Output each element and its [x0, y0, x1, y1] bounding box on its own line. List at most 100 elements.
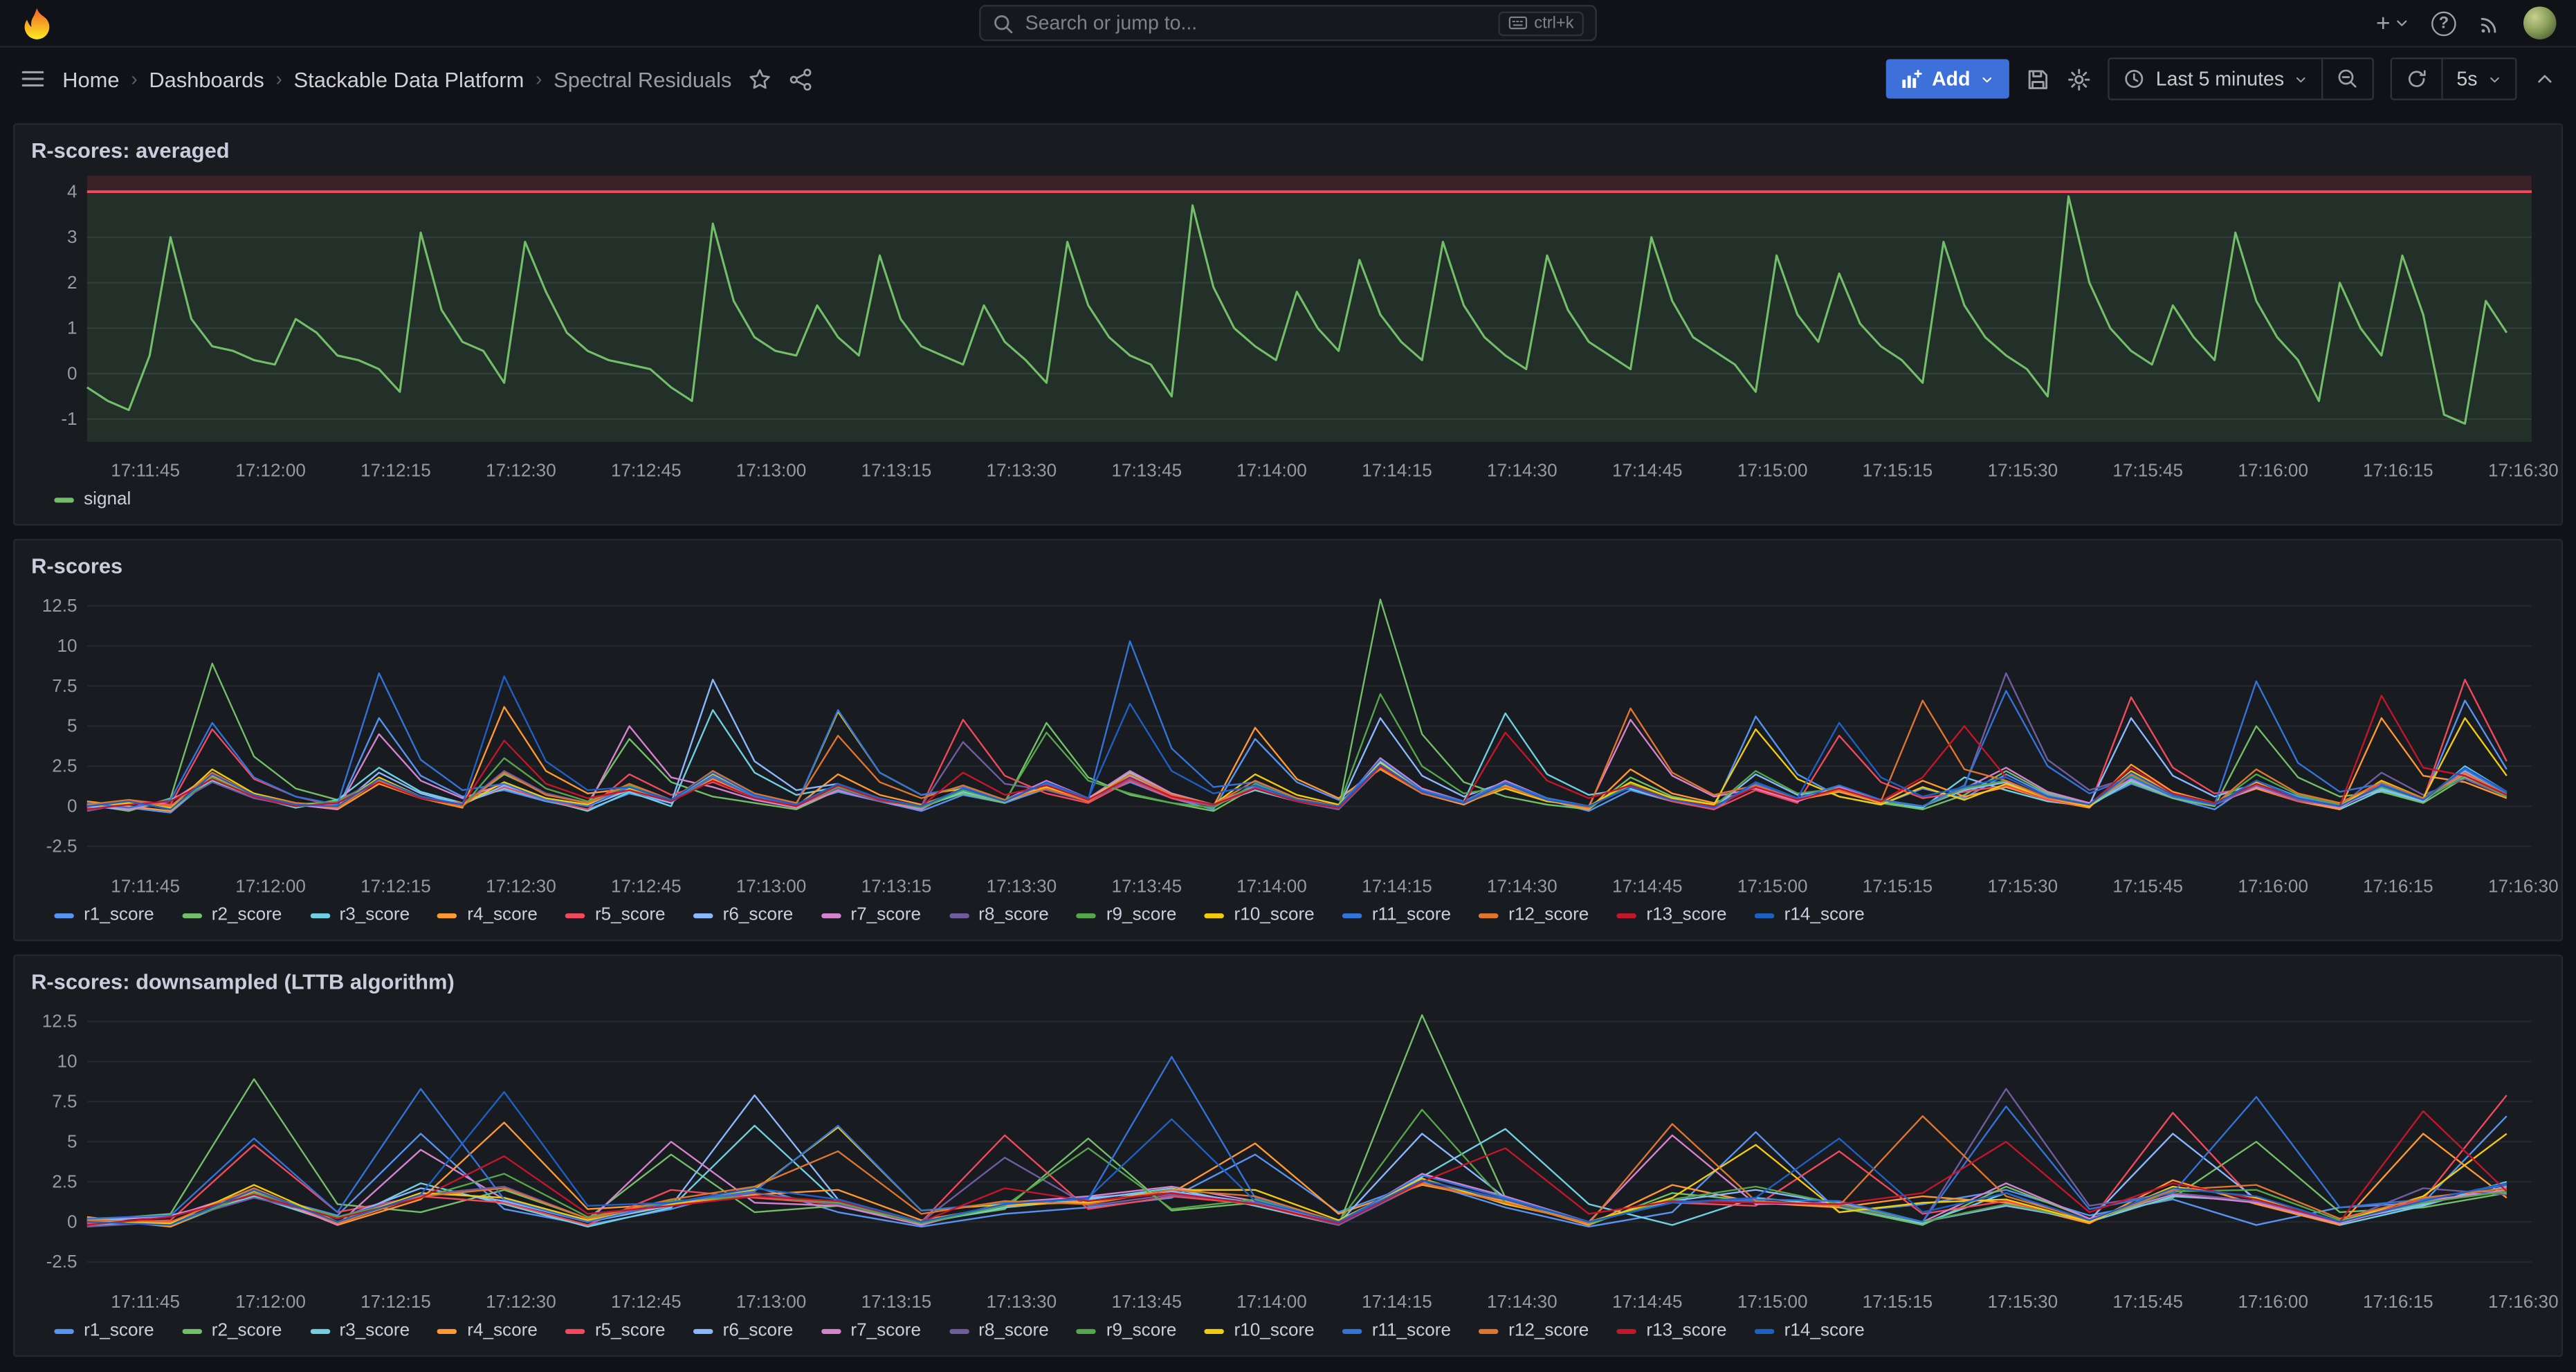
- news-button[interactable]: [2478, 10, 2503, 35]
- legend-item-r3_score[interactable]: r3_score: [310, 1321, 410, 1340]
- zoom-out-icon: [2337, 67, 2359, 90]
- legend-item-r11_score[interactable]: r11_score: [1342, 1321, 1451, 1340]
- legend-item-r13_score[interactable]: r13_score: [1617, 1321, 1727, 1340]
- legend-item-r9_score[interactable]: r9_score: [1077, 905, 1176, 924]
- legend-item-r6_score[interactable]: r6_score: [693, 905, 793, 924]
- legend-swatch: [182, 1328, 201, 1333]
- y-tick-label: 0: [67, 1211, 77, 1232]
- x-tick-label: 17:14:00: [1236, 875, 1307, 896]
- legend-swatch: [1479, 1328, 1498, 1333]
- legend-item-r11_score[interactable]: r11_score: [1342, 905, 1451, 924]
- x-tick-label: 17:12:30: [486, 875, 556, 896]
- time-series-plot[interactable]: -2.502.557.51012.517:11:4517:12:0017:12:…: [31, 585, 2545, 900]
- legend-label: r9_score: [1106, 905, 1177, 924]
- x-tick-label: 17:12:00: [235, 1291, 306, 1312]
- legend-swatch: [1077, 1328, 1096, 1333]
- legend-item-r2_score[interactable]: r2_score: [182, 905, 282, 924]
- save-dashboard-button[interactable]: [2026, 66, 2051, 91]
- breadcrumb-item[interactable]: Stackable Data Platform: [294, 66, 524, 91]
- legend-item-r1_score[interactable]: r1_score: [54, 905, 154, 924]
- x-tick-label: 17:11:45: [111, 1291, 180, 1312]
- legend-label: r14_score: [1784, 1321, 1865, 1340]
- time-picker-group: Last 5 minutes: [2108, 57, 2375, 100]
- legend-item-r1_score[interactable]: r1_score: [54, 1321, 154, 1340]
- favorite-dashboard-button[interactable]: [748, 66, 773, 91]
- breadcrumb-item[interactable]: Dashboards: [149, 66, 264, 91]
- legend-label: r8_score: [978, 905, 1049, 924]
- panel-title[interactable]: R-scores: averaged: [31, 131, 2545, 170]
- legend-item-r14_score[interactable]: r14_score: [1755, 905, 1865, 924]
- refresh-interval-label: 5s: [2456, 67, 2477, 90]
- breadcrumb-item[interactable]: Home: [62, 66, 119, 91]
- legend-item-r8_score[interactable]: r8_score: [949, 1321, 1048, 1340]
- share-dashboard-button[interactable]: [789, 66, 814, 91]
- legend-item-r12_score[interactable]: r12_score: [1479, 905, 1589, 924]
- legend-item-r8_score[interactable]: r8_score: [949, 905, 1048, 924]
- chart-canvas[interactable]: -2.502.557.51012.517:11:4517:12:0017:12:…: [31, 1000, 2545, 1316]
- legend-label: r12_score: [1508, 905, 1589, 924]
- chart-canvas[interactable]: -2.502.557.51012.517:11:4517:12:0017:12:…: [31, 585, 2545, 900]
- chevron-down-icon: [2294, 71, 2308, 86]
- panel-title[interactable]: R-scores: downsampled (LTTB algorithm): [31, 962, 2545, 1000]
- legend-label: r10_score: [1234, 1321, 1315, 1340]
- dashboard-settings-button[interactable]: [2067, 66, 2092, 91]
- help-button[interactable]: ?: [2431, 10, 2456, 35]
- x-tick-label: 17:13:30: [987, 460, 1057, 481]
- collapse-controls-button[interactable]: [2533, 67, 2556, 90]
- y-tick-label: 3: [67, 226, 77, 247]
- y-tick-label: -2.5: [46, 836, 77, 857]
- x-tick-label: 17:16:15: [2363, 1291, 2433, 1312]
- legend-item-signal[interactable]: signal: [54, 490, 131, 509]
- legend-label: r13_score: [1646, 1321, 1726, 1340]
- chevron-down-icon: [2487, 71, 2502, 86]
- legend-item-r10_score[interactable]: r10_score: [1205, 905, 1315, 924]
- legend-swatch: [821, 1328, 841, 1333]
- legend-item-r13_score[interactable]: r13_score: [1617, 905, 1727, 924]
- x-tick-label: 17:13:45: [1111, 875, 1182, 896]
- legend-swatch: [565, 913, 585, 917]
- legend-item-r5_score[interactable]: r5_score: [565, 1321, 665, 1340]
- legend-item-r4_score[interactable]: r4_score: [438, 1321, 538, 1340]
- legend-swatch: [565, 1328, 585, 1333]
- new-menu-button[interactable]: +: [2376, 10, 2410, 35]
- zoom-out-time-button[interactable]: [2322, 59, 2373, 98]
- chevron-down-icon: [1980, 71, 1995, 86]
- legend-item-r5_score[interactable]: r5_score: [565, 905, 665, 924]
- x-tick-label: 17:15:00: [1737, 460, 1808, 481]
- legend-item-r2_score[interactable]: r2_score: [182, 1321, 282, 1340]
- y-tick-label: 1: [67, 318, 77, 338]
- legend-label: r13_score: [1646, 905, 1726, 924]
- legend-item-r6_score[interactable]: r6_score: [693, 1321, 793, 1340]
- legend-swatch: [1342, 1328, 1362, 1333]
- time-range-picker[interactable]: Last 5 minutes: [2110, 59, 2321, 98]
- legend-swatch: [182, 913, 201, 917]
- panel-title[interactable]: R-scores: [31, 547, 2545, 585]
- legend-swatch: [1479, 913, 1498, 917]
- user-avatar[interactable]: [2523, 6, 2556, 39]
- legend-item-r9_score[interactable]: r9_score: [1077, 1321, 1176, 1340]
- search-icon: [992, 12, 1014, 34]
- legend-item-r7_score[interactable]: r7_score: [821, 1321, 921, 1340]
- grafana-logo[interactable]: [19, 6, 54, 40]
- legend-item-r7_score[interactable]: r7_score: [821, 905, 921, 924]
- y-tick-label: 12.5: [42, 1011, 77, 1032]
- legend-item-r10_score[interactable]: r10_score: [1205, 1321, 1315, 1340]
- time-series-plot[interactable]: -2.502.557.51012.517:11:4517:12:0017:12:…: [31, 1000, 2545, 1316]
- search-input[interactable]: Search or jump to... ctrl+k: [979, 5, 1597, 41]
- legend-item-r3_score[interactable]: r3_score: [310, 905, 410, 924]
- refresh-interval-picker[interactable]: 5s: [2442, 59, 2515, 98]
- chart-canvas[interactable]: -10123417:11:4517:12:0017:12:1517:12:301…: [31, 170, 2545, 485]
- grafana-app: Search or jump to... ctrl+k + ?: [0, 0, 2576, 1372]
- time-series-plot[interactable]: -10123417:11:4517:12:0017:12:1517:12:301…: [31, 170, 2545, 485]
- threshold-zone-above: [87, 176, 2532, 192]
- y-tick-label: 10: [57, 635, 77, 656]
- refresh-button[interactable]: [2393, 59, 2442, 98]
- add-panel-button[interactable]: Add: [1886, 59, 2010, 98]
- legend-item-r12_score[interactable]: r12_score: [1479, 1321, 1589, 1340]
- breadcrumb-item: Spectral Residuals: [554, 66, 731, 91]
- legend-item-r4_score[interactable]: r4_score: [438, 905, 538, 924]
- add-panel-icon: [1901, 68, 1922, 90]
- mega-menu-toggle[interactable]: [19, 66, 46, 92]
- legend-item-r14_score[interactable]: r14_score: [1755, 1321, 1865, 1340]
- panel-r-scores-downsampled: R-scores: downsampled (LTTB algorithm) -…: [13, 955, 2563, 1357]
